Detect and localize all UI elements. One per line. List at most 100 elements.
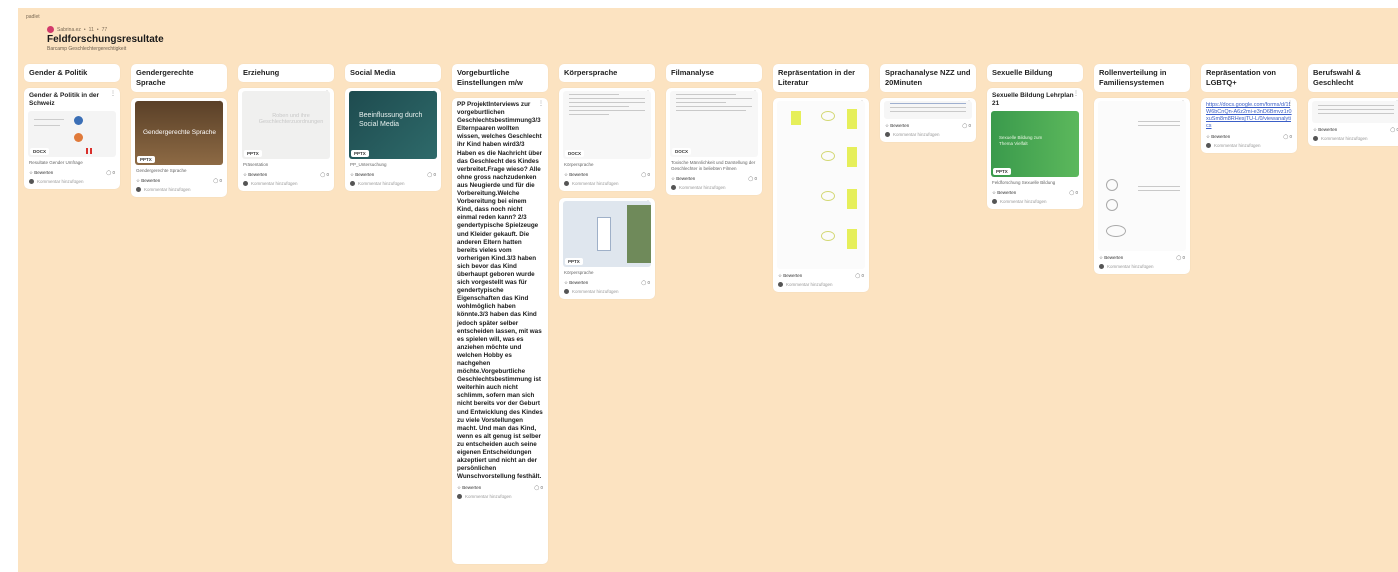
avatar: [671, 185, 676, 190]
add-comment[interactable]: Kommentar hinzufügen: [345, 178, 441, 191]
column-header[interactable]: Rollenverteilung in Familiensystemen: [1094, 64, 1190, 92]
post-card[interactable]: ⋮ DOCX Toxische Männlichkeit und Darstel…: [666, 88, 762, 195]
rate-button[interactable]: ☆ Bewerten: [136, 178, 160, 184]
add-comment[interactable]: Kommentar hinzufügen: [773, 279, 869, 292]
column-header[interactable]: Vorgeburtliche Einstellungen m/w: [452, 64, 548, 92]
post-card[interactable]: ⋮ ☆ Bewerten◯ 0 Kommentar hinzufügen: [1094, 98, 1190, 274]
rate-button[interactable]: ☆ Bewerten: [243, 172, 267, 178]
file-type-badge: PPTX: [351, 150, 369, 157]
attachment-preview[interactable]: Roben und ihre Geschlechterzuordnungen P…: [242, 91, 330, 159]
comment-count: ◯ 0: [855, 273, 864, 278]
rate-button[interactable]: ☆ Bewerten: [992, 190, 1016, 196]
brand-logo[interactable]: padlet: [26, 14, 40, 20]
more-icon[interactable]: ⋮: [1073, 90, 1079, 97]
post-card[interactable]: ⋮ DOCX Körpersprache ☆ Bewerten◯ 0 Komme…: [559, 88, 655, 191]
post-card[interactable]: ⋮ https://docs.google.com/forms/d/1fW6bC…: [1201, 98, 1297, 153]
author-name[interactable]: Sabrina.ez: [57, 27, 81, 33]
add-comment[interactable]: Kommentar hinzufügen: [452, 491, 548, 504]
more-icon[interactable]: ⋮: [110, 90, 116, 97]
rate-button[interactable]: ☆ Bewerten: [885, 123, 909, 129]
rate-button[interactable]: ☆ Bewerten: [1099, 255, 1123, 261]
post-card[interactable]: ⋮ ☆ Bewerten◯ 0 Kommentar hinzufügen: [880, 98, 976, 142]
avatar: [992, 199, 997, 204]
post-card[interactable]: ⋮ ☆ Bewerten◯ 0 Kommentar hinzufügen: [1308, 98, 1398, 146]
add-comment[interactable]: Kommentar hinzufügen: [666, 182, 762, 195]
file-type-badge: DOCX: [30, 148, 50, 155]
add-comment[interactable]: Kommentar hinzufügen: [1308, 133, 1398, 146]
form-link[interactable]: https://docs.google.com/forms/d/1fW6bCnQ…: [1201, 98, 1297, 130]
attachment-caption[interactable]: Körpersprache: [559, 267, 655, 276]
rate-button[interactable]: ☆ Bewerten: [564, 172, 588, 178]
column-header[interactable]: Körpersprache: [559, 64, 655, 82]
add-comment[interactable]: Kommentar hinzufügen: [559, 286, 655, 299]
add-comment[interactable]: Kommentar hinzufügen: [987, 196, 1083, 209]
post-card[interactable]: ⋮ PP ProjektInterviews zur vorgeburtlich…: [452, 98, 548, 564]
rate-button[interactable]: ☆ Bewerten: [29, 170, 53, 176]
add-comment[interactable]: Kommentar hinzufügen: [131, 184, 227, 197]
column-header[interactable]: Gendergerechte Sprache: [131, 64, 227, 92]
attachment-preview[interactable]: [884, 101, 972, 119]
attachment-preview[interactable]: PPTX: [563, 201, 651, 267]
attachment-caption[interactable]: Resultate Gender Umfrage: [24, 157, 120, 166]
attachment-caption[interactable]: Feldforschung Sexuelle Bildung: [987, 177, 1083, 186]
comment-count: ◯ 0: [1283, 134, 1292, 139]
post-card[interactable]: ⋮ Sexuelle Bildung Lehrplan 21 Sexuelle …: [987, 88, 1083, 209]
comment-count: ◯ 0: [534, 485, 543, 491]
attachment-caption[interactable]: Präsentation: [238, 159, 334, 168]
attachment-preview[interactable]: Sexuelle Bildung zum Thema Vielfalt PPTX: [991, 111, 1079, 177]
rate-button[interactable]: ☆ Bewerten: [457, 485, 481, 491]
rate-button[interactable]: ☆ Bewerten: [671, 176, 695, 182]
column-header[interactable]: Erziehung: [238, 64, 334, 82]
attachment-caption[interactable]: Toxische Männlichkeit und Darstellung de…: [666, 157, 762, 172]
rate-button[interactable]: ☆ Bewerten: [1313, 127, 1337, 133]
attachment-caption[interactable]: Gendergerechte Sprache: [131, 165, 227, 174]
comment-count: ◯ 0: [106, 170, 115, 175]
attachment-preview[interactable]: [1312, 101, 1398, 123]
posts-count: 77: [101, 26, 108, 33]
column-header[interactable]: Sprachanalyse NZZ und 20Minuten: [880, 64, 976, 92]
comment-count: ◯ 0: [1069, 190, 1078, 195]
column-header[interactable]: Repräsentation in der Literatur: [773, 64, 869, 92]
attachment-preview[interactable]: DOCX: [28, 111, 116, 157]
avatar: [457, 494, 462, 500]
add-comment[interactable]: Kommentar hinzufügen: [24, 176, 120, 189]
attachment-preview[interactable]: DOCX: [563, 91, 651, 159]
rate-button[interactable]: ☆ Bewerten: [564, 280, 588, 286]
attachment-caption[interactable]: PP_Untersuchung: [345, 159, 441, 168]
attachment-preview[interactable]: [777, 101, 865, 269]
post-title: Sexuelle Bildung Lehrplan 21: [992, 92, 1074, 107]
column-header[interactable]: Social Media: [345, 64, 441, 82]
avatar: [1099, 264, 1104, 269]
rate-button[interactable]: ☆ Bewerten: [1206, 134, 1230, 140]
column-header[interactable]: Sexuelle Bildung: [987, 64, 1083, 82]
comment-count: ◯ 0: [427, 172, 436, 177]
attachment-preview[interactable]: Beeinflussung durch Social Media PPTX: [349, 91, 437, 159]
post-body: PP ProjektInterviews zur vorgeburtlichen…: [457, 101, 543, 481]
add-comment[interactable]: Kommentar hinzufügen: [559, 178, 655, 191]
post-card[interactable]: ⋮ Roben und ihre Geschlechterzuordnungen…: [238, 88, 334, 191]
post-card[interactable]: ⋮ ☆ Bewerten◯ 0 Kommentar hinzufügen: [773, 98, 869, 292]
more-icon[interactable]: ⋮: [1287, 100, 1293, 107]
post-card[interactable]: ⋮ Gendergerechte Sprache PPTX Gendergere…: [131, 98, 227, 197]
add-comment[interactable]: Kommentar hinzufügen: [1094, 261, 1190, 274]
file-type-badge: DOCX: [672, 148, 692, 155]
add-comment[interactable]: Kommentar hinzufügen: [880, 129, 976, 142]
attachment-caption[interactable]: Körpersprache: [559, 159, 655, 168]
add-comment[interactable]: Kommentar hinzufügen: [1201, 140, 1297, 153]
post-card[interactable]: ⋮ PPTX Körpersprache ☆ Bewerten◯ 0 Komme…: [559, 198, 655, 299]
attachment-preview[interactable]: [1098, 101, 1186, 251]
attachment-preview[interactable]: Gendergerechte Sprache PPTX: [135, 101, 223, 165]
rate-button[interactable]: ☆ Bewerten: [778, 273, 802, 279]
column-header[interactable]: Gender & Politik: [24, 64, 120, 82]
more-icon[interactable]: ⋮: [538, 100, 544, 107]
post-card[interactable]: ⋮ Beeinflussung durch Social Media PPTX …: [345, 88, 441, 191]
attachment-preview[interactable]: DOCX: [670, 91, 758, 157]
column-header[interactable]: Repräsentation von LGBTQ+: [1201, 64, 1297, 92]
column-header[interactable]: Filmanalyse: [666, 64, 762, 82]
comment-count: ◯ 0: [1390, 127, 1398, 132]
column-header[interactable]: Berufswahl & Geschlecht: [1308, 64, 1398, 92]
post-card[interactable]: ⋮ Gender & Politik in der Schweiz DOCX R…: [24, 88, 120, 189]
author-avatar[interactable]: [47, 26, 54, 33]
rate-button[interactable]: ☆ Bewerten: [350, 172, 374, 178]
add-comment[interactable]: Kommentar hinzufügen: [238, 178, 334, 191]
